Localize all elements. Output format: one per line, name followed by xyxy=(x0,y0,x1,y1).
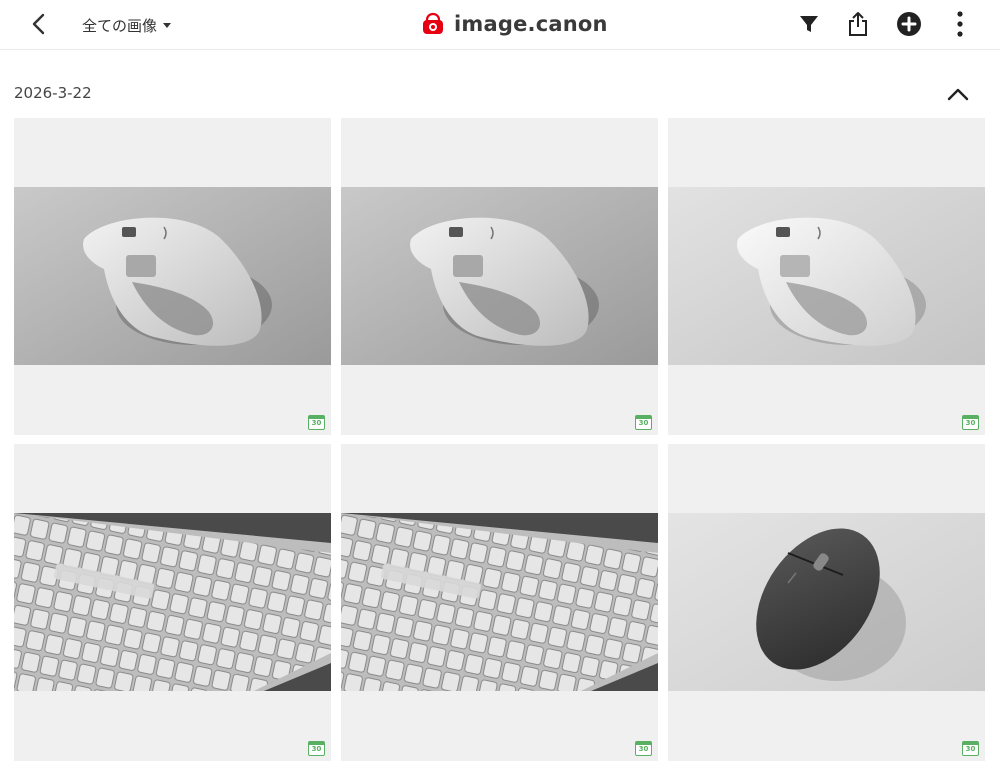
photo-grid: 30 30 30 30 30 30 xyxy=(14,118,985,761)
photo-thumbnail xyxy=(14,187,331,365)
chevron-left-icon xyxy=(32,13,45,35)
photo-tile[interactable]: 30 xyxy=(668,118,985,435)
photo-thumbnail xyxy=(668,187,985,365)
photo-thumbnail xyxy=(668,513,985,691)
image-canon-logo-icon xyxy=(423,12,443,34)
photo-tile[interactable]: 30 xyxy=(341,118,658,435)
caret-down-icon xyxy=(163,23,172,28)
mouse-photo xyxy=(668,187,985,365)
chevron-up-icon xyxy=(947,88,969,101)
keyboard-photo xyxy=(14,513,331,691)
add-button[interactable] xyxy=(896,11,922,37)
photo-tile[interactable]: 30 xyxy=(341,444,658,761)
brand: image.canon xyxy=(420,8,608,40)
brand-name: image.canon xyxy=(454,12,608,36)
plus-circle-icon xyxy=(897,12,921,36)
more-options-button[interactable] xyxy=(947,11,973,37)
photo-thumbnail xyxy=(341,187,658,365)
filter-button[interactable] xyxy=(796,11,822,37)
photo-thumbnail xyxy=(14,513,331,691)
photo-tile[interactable]: 30 xyxy=(668,444,985,761)
back-button[interactable] xyxy=(26,10,54,38)
photo-thumbnail xyxy=(341,513,658,691)
album-selector[interactable]: 全ての画像 xyxy=(82,14,172,36)
mouse-photo xyxy=(668,513,985,691)
keyboard-photo xyxy=(341,513,658,691)
album-selector-label: 全ての画像 xyxy=(82,16,158,35)
mouse-photo xyxy=(341,187,658,365)
mouse-photo xyxy=(14,187,331,365)
filter-icon xyxy=(800,16,818,32)
calendar-30-icon: 30 xyxy=(308,415,325,430)
photo-tile[interactable]: 30 xyxy=(14,444,331,761)
share-button[interactable] xyxy=(845,11,871,37)
top-bar: 全ての画像 image.canon xyxy=(0,0,1000,50)
calendar-30-icon: 30 xyxy=(635,415,652,430)
more-vertical-icon xyxy=(957,11,963,37)
collapse-section-button[interactable] xyxy=(944,80,972,108)
calendar-30-icon: 30 xyxy=(962,415,979,430)
calendar-30-icon: 30 xyxy=(308,741,325,756)
photo-tile[interactable]: 30 xyxy=(14,118,331,435)
calendar-30-icon: 30 xyxy=(635,741,652,756)
share-icon xyxy=(849,12,867,36)
section-date: 2026-3-22 xyxy=(14,84,92,102)
calendar-30-icon: 30 xyxy=(962,741,979,756)
